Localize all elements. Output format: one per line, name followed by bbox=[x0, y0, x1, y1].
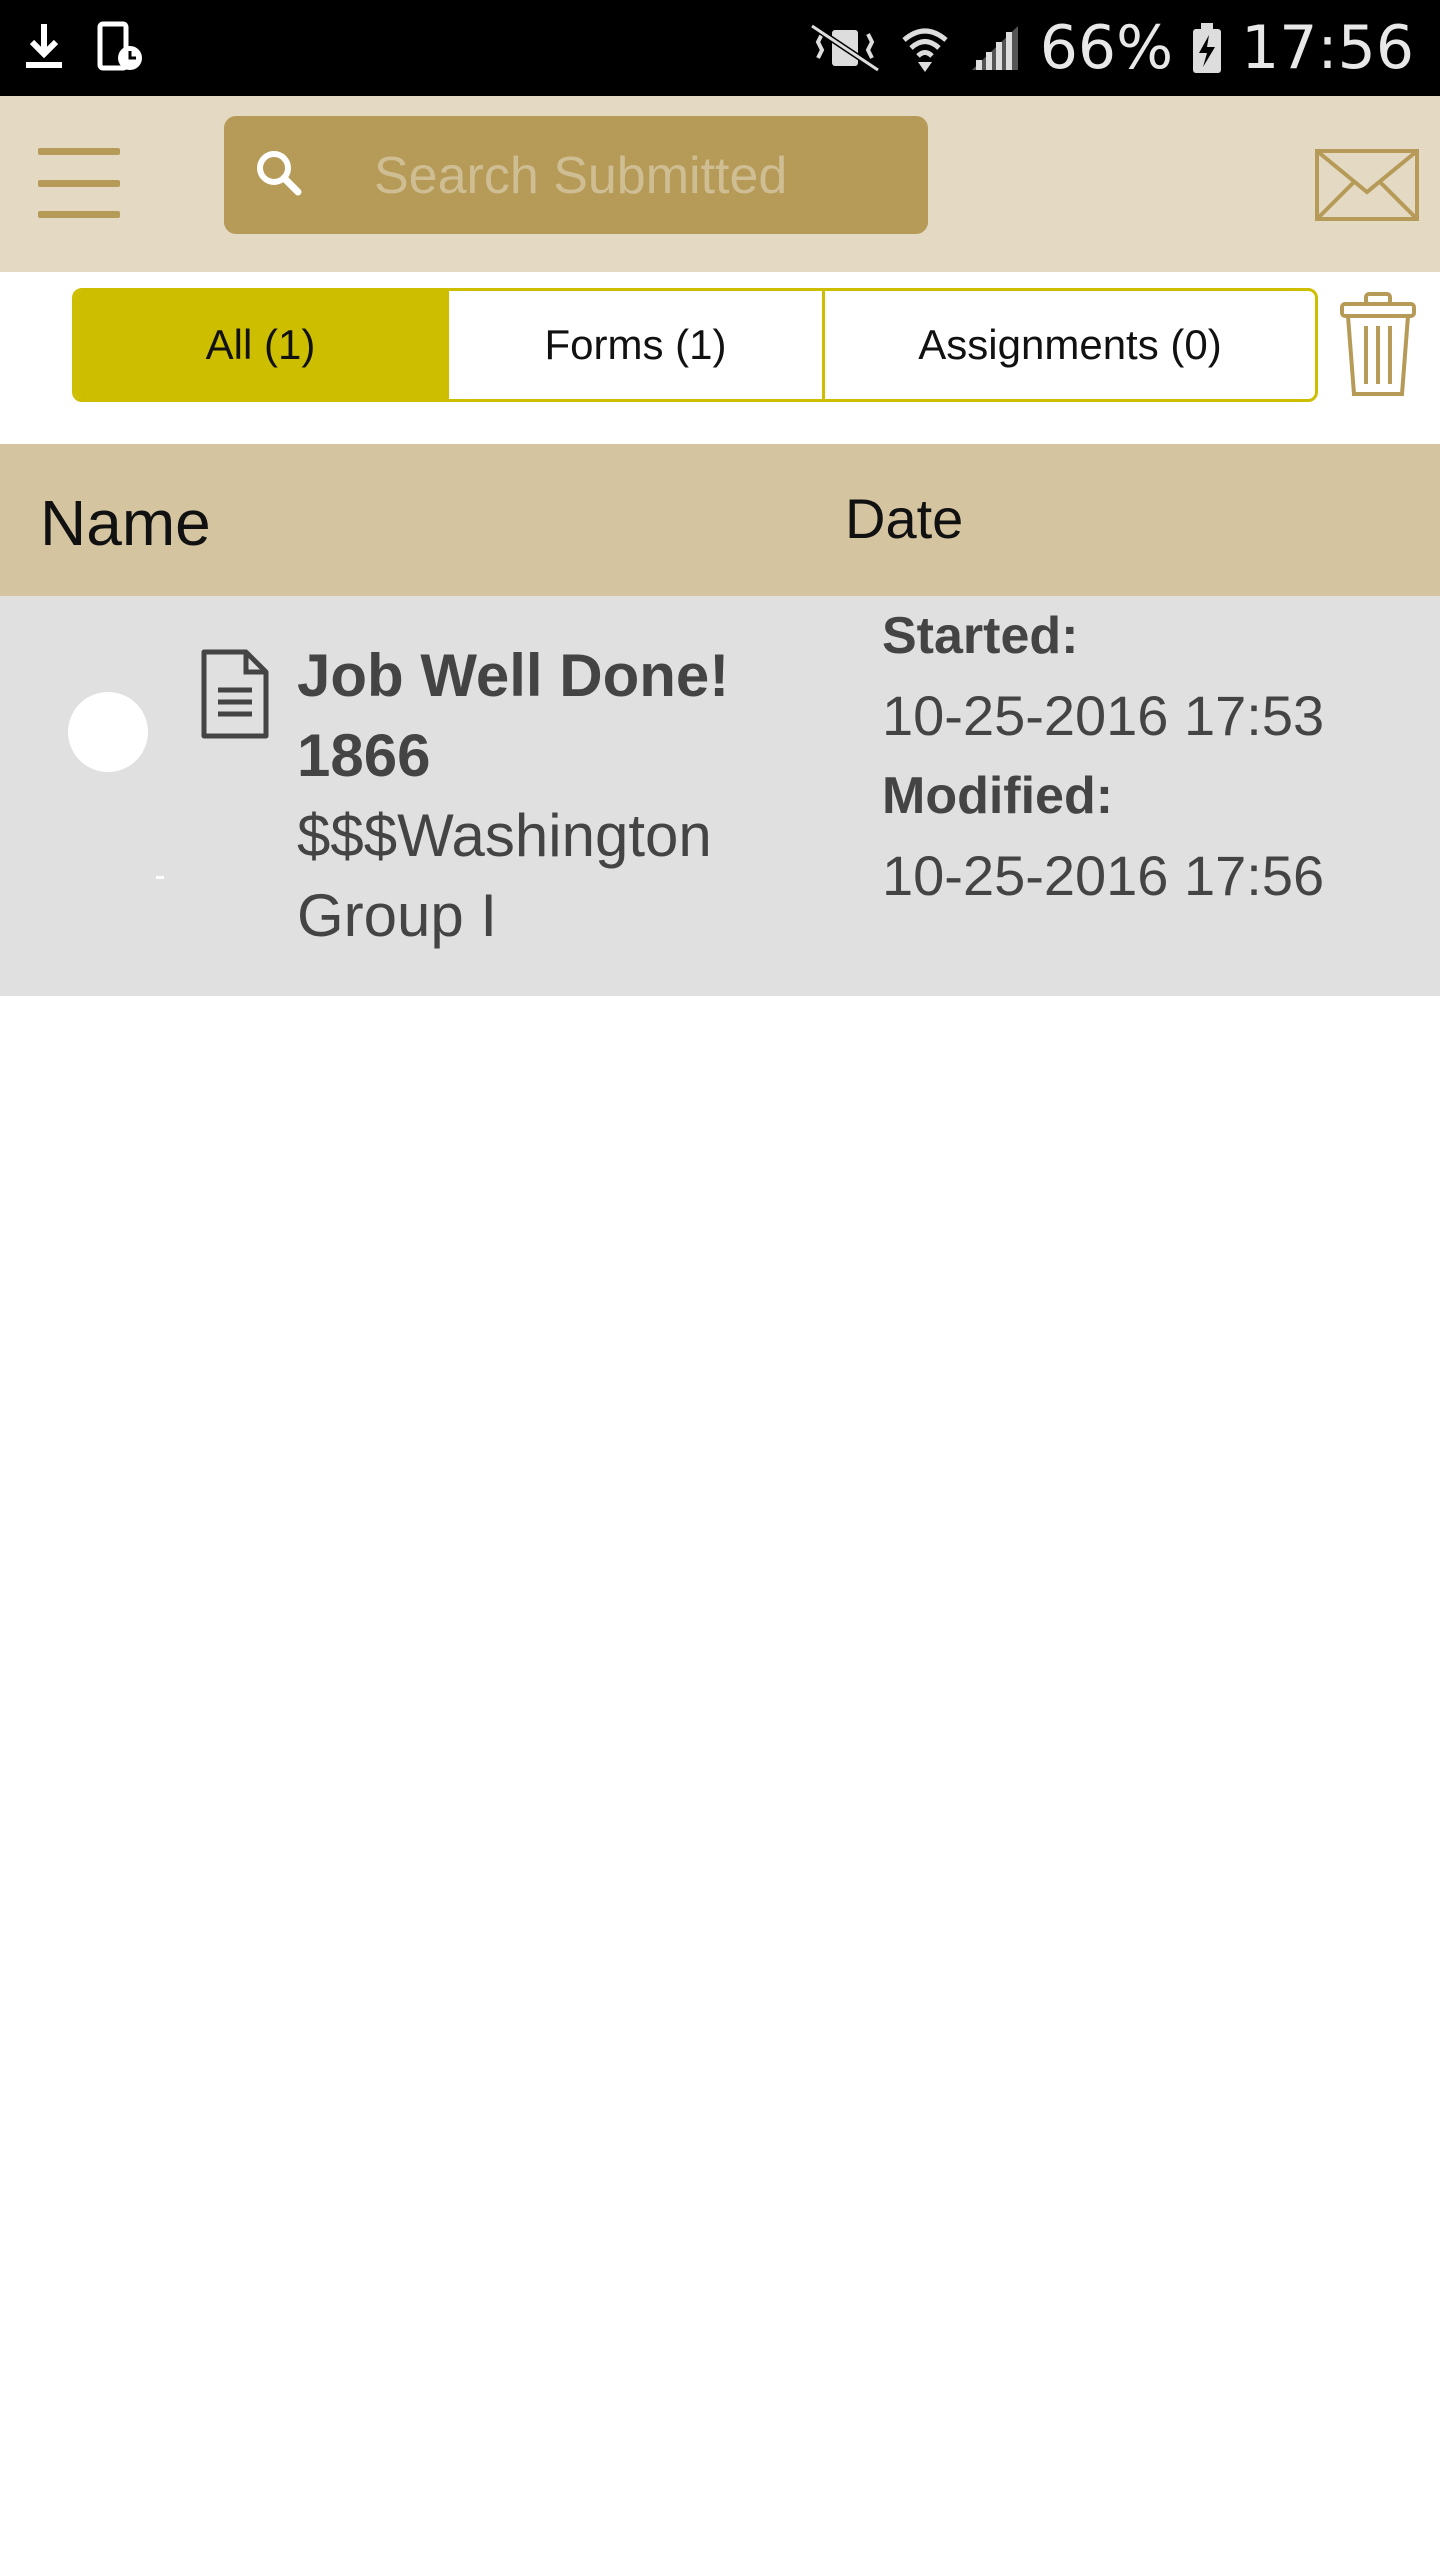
search-icon bbox=[252, 146, 308, 207]
envelope-icon[interactable] bbox=[1314, 148, 1420, 227]
tab-assignments[interactable]: Assignments (0) bbox=[825, 291, 1315, 399]
tab-all[interactable]: All (1) bbox=[75, 291, 449, 399]
clock-time: 17:56 bbox=[1241, 13, 1414, 83]
segmented-filter: All (1) Forms (1) Assignments (0) bbox=[72, 288, 1318, 402]
trash-icon[interactable] bbox=[1338, 292, 1418, 403]
search-input[interactable] bbox=[372, 116, 916, 236]
row-subtitle: $$$Washington Group I bbox=[297, 802, 712, 949]
status-bar: 66% 17:56 bbox=[0, 0, 1440, 96]
started-label: Started: bbox=[882, 607, 1079, 665]
modified-label: Modified: bbox=[882, 767, 1114, 825]
wifi-icon bbox=[900, 22, 950, 74]
battery-percent: 66% bbox=[1039, 13, 1174, 83]
download-icon bbox=[22, 20, 66, 74]
device-clock-icon bbox=[94, 20, 144, 74]
row-select-radio[interactable] bbox=[68, 692, 148, 772]
hamburger-menu-icon[interactable] bbox=[38, 148, 120, 218]
battery-charging-icon bbox=[1191, 21, 1223, 75]
tab-forms[interactable]: Forms (1) bbox=[449, 291, 825, 399]
app-bar bbox=[0, 96, 1440, 272]
row-title: Job Well Done! 1866 bbox=[297, 642, 730, 789]
filter-bar: All (1) Forms (1) Assignments (0) bbox=[0, 272, 1440, 444]
started-date: 10-25-2016 17:53 bbox=[882, 684, 1325, 747]
row-dates: Started: 10-25-2016 17:53 Modified: 10-2… bbox=[882, 596, 1422, 916]
divider-mark bbox=[156, 876, 164, 879]
vibrate-mute-icon bbox=[808, 22, 882, 74]
document-icon bbox=[200, 648, 270, 745]
table-row[interactable]: Job Well Done! 1866 $$$Washington Group … bbox=[0, 596, 1440, 996]
table-header: Name Date bbox=[0, 444, 1440, 596]
signal-icon bbox=[968, 22, 1022, 74]
modified-date: 10-25-2016 17:56 bbox=[882, 844, 1325, 907]
column-header-name[interactable]: Name bbox=[40, 486, 211, 560]
search-bar[interactable] bbox=[224, 116, 928, 236]
column-header-date[interactable]: Date bbox=[845, 486, 963, 551]
